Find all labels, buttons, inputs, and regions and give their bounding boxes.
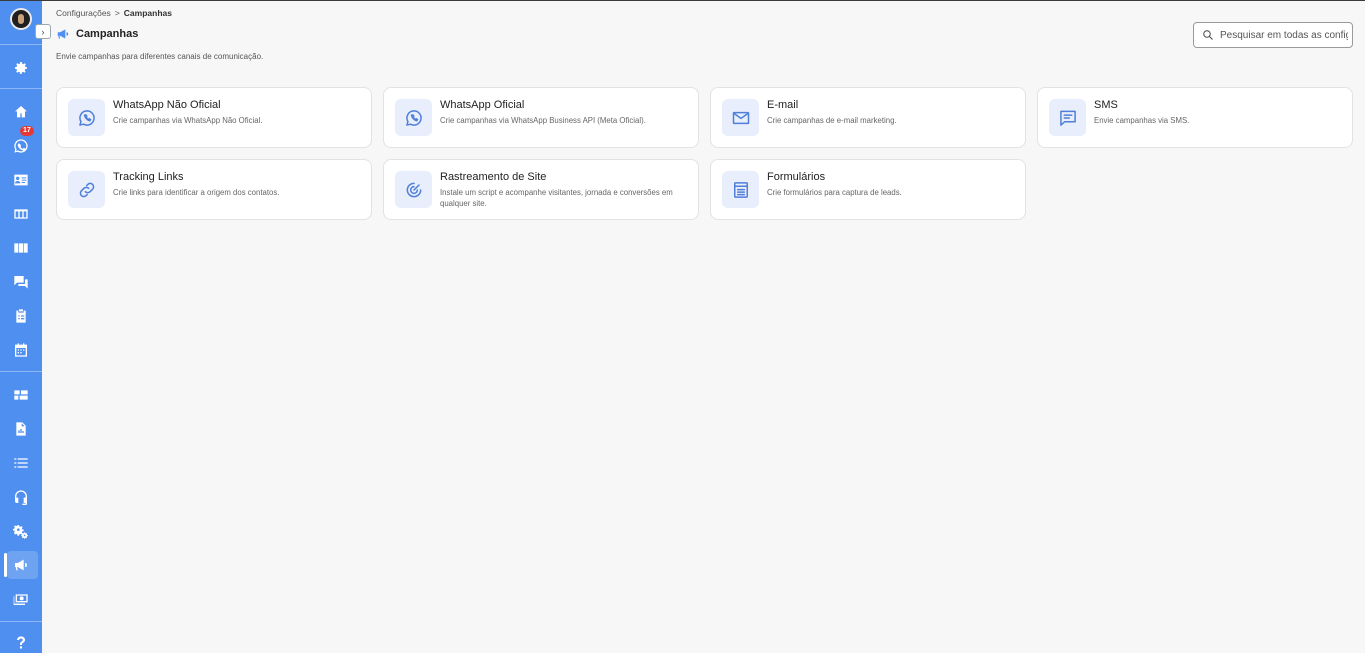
sidebar-item-automation[interactable] — [0, 517, 42, 545]
chat-icon — [14, 276, 28, 289]
board-icon — [14, 243, 28, 253]
search-input[interactable] — [1220, 29, 1348, 41]
card-icon-box — [1049, 99, 1086, 136]
sidebar-divider — [0, 621, 42, 622]
page-subtitle: Envie campanhas para diferentes canais d… — [56, 52, 264, 61]
sidebar-item-dashboard[interactable] — [0, 381, 42, 409]
card-sms[interactable]: SMS Envie campanhas via SMS. — [1037, 87, 1353, 148]
card-description: Crie links para identificar a origem dos… — [113, 188, 280, 197]
whatsapp-icon — [14, 139, 28, 153]
form-icon — [733, 181, 748, 198]
sidebar-item-calendar[interactable] — [0, 336, 42, 364]
collapse-sidebar-button[interactable]: › — [35, 24, 51, 39]
columns-icon — [14, 209, 28, 219]
sidebar-item-chats[interactable] — [0, 268, 42, 296]
link-icon — [79, 182, 94, 197]
calendar-icon — [15, 343, 27, 357]
mail-icon — [732, 111, 749, 124]
card-icon-box — [395, 171, 432, 208]
sidebar-item-lists[interactable] — [0, 449, 42, 477]
card-title: SMS — [1094, 99, 1118, 111]
card-title: E-mail — [767, 99, 799, 111]
search-icon — [1203, 30, 1213, 40]
sidebar-item-pipeline[interactable] — [0, 200, 42, 228]
channel-cards: WhatsApp Não Oficial Crie campanhas via … — [56, 87, 1353, 220]
card-title: Rastreamento de Site — [440, 171, 547, 183]
sidebar-item-help[interactable] — [0, 629, 42, 653]
megaphone-icon — [57, 29, 69, 39]
card-description: Envie campanhas via SMS. — [1094, 116, 1190, 125]
dashboard-icon — [14, 390, 28, 400]
sidebar-item-reports[interactable] — [0, 415, 42, 443]
card-icon-box — [68, 171, 105, 208]
main-content: Configurações > Campanhas Campanhas Envi… — [42, 1, 1365, 653]
money-icon — [13, 594, 28, 605]
card-formularios[interactable]: Formulários Crie formulários para captur… — [710, 159, 1026, 220]
page-title: Campanhas — [76, 28, 139, 40]
clipboard-icon — [16, 309, 26, 323]
sidebar-item-whatsapp[interactable]: 17 — [0, 126, 42, 160]
list-icon — [14, 458, 28, 468]
report-icon — [16, 422, 26, 436]
card-icon-box — [722, 171, 759, 208]
megaphone-icon — [15, 559, 27, 571]
card-title: WhatsApp Oficial — [440, 99, 525, 111]
sidebar: 17 — [0, 1, 42, 653]
card-icon-box — [395, 99, 432, 136]
card-title: Tracking Links — [113, 171, 184, 183]
breadcrumb-current: Campanhas — [123, 8, 172, 18]
gear-icon — [15, 62, 27, 74]
home-icon — [15, 106, 27, 118]
gears-icon — [13, 525, 28, 539]
sidebar-item-campaigns[interactable] — [0, 551, 42, 579]
radar-icon — [406, 182, 421, 197]
sidebar-item-tasks[interactable] — [0, 302, 42, 330]
sidebar-divider — [0, 44, 42, 45]
card-title: WhatsApp Não Oficial — [113, 99, 221, 111]
card-title: Formulários — [767, 171, 826, 183]
card-description: Crie campanhas via WhatsApp Não Oficial. — [113, 116, 263, 125]
sidebar-item-finance[interactable] — [0, 585, 42, 613]
sms-icon — [1059, 110, 1076, 126]
help-icon — [17, 636, 25, 649]
breadcrumb-separator: > — [114, 8, 120, 18]
page-header: Campanhas — [56, 27, 138, 41]
card-email[interactable]: E-mail Crie campanhas de e-mail marketin… — [710, 87, 1026, 148]
sidebar-item-contacts[interactable] — [0, 166, 42, 194]
card-whatsapp-nao-oficial[interactable]: WhatsApp Não Oficial Crie campanhas via … — [56, 87, 372, 148]
card-icon-box — [68, 99, 105, 136]
card-tracking-links[interactable]: Tracking Links Crie links para identific… — [56, 159, 372, 220]
card-description: Crie formulários para captura de leads. — [767, 188, 902, 197]
sidebar-divider — [0, 371, 42, 372]
sidebar-item-settings[interactable] — [0, 54, 42, 82]
card-description: Instale um script e acompanhe visitantes… — [440, 188, 673, 208]
sidebar-item-kanban[interactable] — [0, 234, 42, 262]
notification-badge: 17 — [20, 126, 34, 136]
sidebar-item-support[interactable] — [0, 483, 42, 511]
breadcrumb: Configurações > Campanhas — [56, 8, 172, 18]
sidebar-divider — [0, 88, 42, 89]
headset-icon — [15, 490, 27, 505]
settings-search[interactable] — [1193, 22, 1353, 48]
whatsapp-icon — [78, 109, 95, 126]
card-description: Crie campanhas via WhatsApp Business API… — [440, 116, 646, 125]
whatsapp-icon — [405, 109, 422, 126]
breadcrumb-parent[interactable]: Configurações — [56, 8, 111, 18]
contact-card-icon — [14, 174, 28, 186]
user-avatar[interactable] — [10, 8, 32, 30]
card-icon-box — [722, 99, 759, 136]
sidebar-item-home[interactable] — [0, 98, 42, 126]
card-description: Crie campanhas de e-mail marketing. — [767, 116, 897, 125]
card-whatsapp-oficial[interactable]: WhatsApp Oficial Crie campanhas via What… — [383, 87, 699, 148]
card-rastreamento-site[interactable]: Rastreamento de Site Instale um script e… — [383, 159, 699, 220]
